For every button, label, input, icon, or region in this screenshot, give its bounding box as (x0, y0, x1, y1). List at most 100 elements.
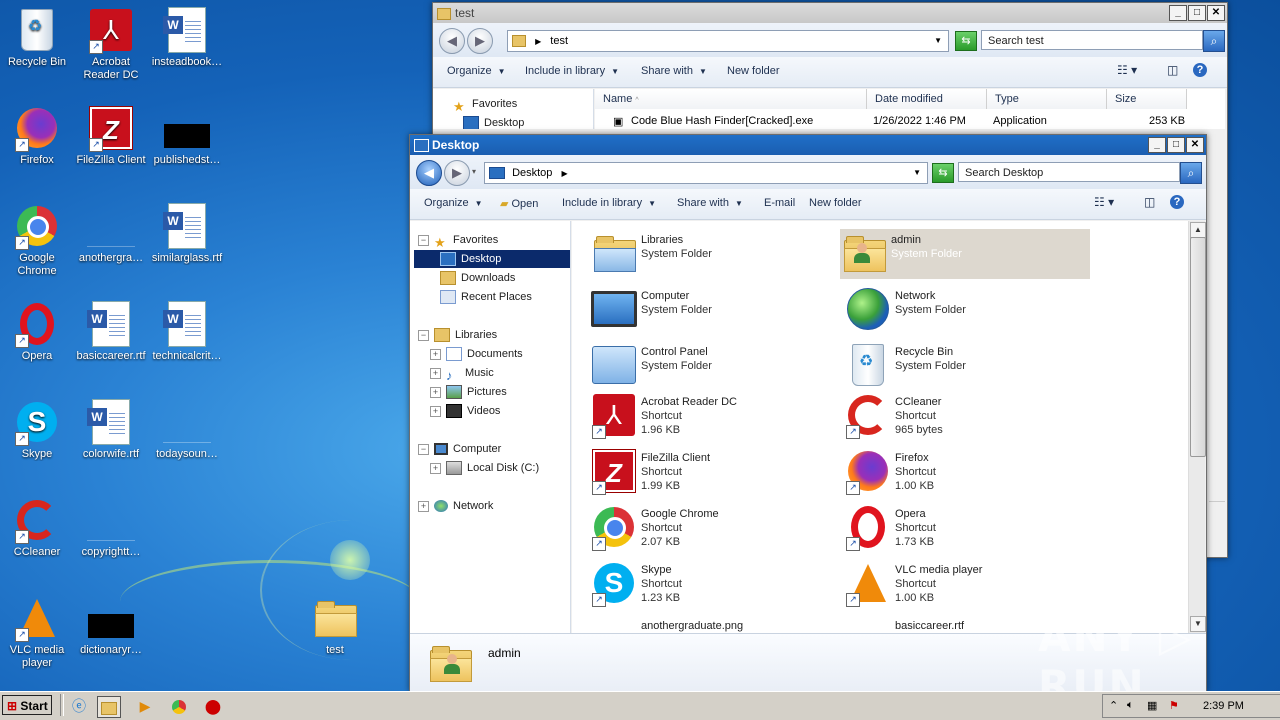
forward-button[interactable]: ▶ (467, 28, 493, 54)
desktop-icon-basiccareer[interactable]: W basiccareer.rtf (74, 300, 148, 363)
back-button[interactable]: ◀ (439, 28, 465, 54)
maximize-button[interactable]: □ (1167, 137, 1185, 153)
window-titlebar[interactable]: Desktop _ □ ✕ (410, 135, 1206, 155)
desktop-icon-copyrightt[interactable]: copyrightt… (74, 496, 148, 559)
desktop-icon-dictionaryr[interactable]: dictionaryr… (74, 594, 148, 657)
nav-music[interactable]: + ♪ Music (430, 364, 494, 383)
search-input[interactable]: Search Desktop (958, 162, 1180, 182)
clock[interactable]: 2:39 PM (1203, 700, 1244, 712)
nav-videos[interactable]: + Videos (430, 402, 500, 420)
expand-icon[interactable]: + (418, 500, 429, 512)
start-button[interactable]: ⊞ Start (2, 695, 52, 715)
action-center-icon[interactable]: ⚑ (1169, 699, 1179, 712)
search-icon[interactable]: ⌕ (1203, 30, 1225, 52)
explorer-taskbar-icon[interactable] (97, 696, 121, 718)
nav-favorites[interactable]: − ★ Favorites (418, 231, 498, 250)
item-control-panel[interactable]: Control Panel System Folder (590, 341, 830, 391)
include-in-library-menu[interactable]: Include in library ▼ (562, 197, 656, 209)
column-date-modified[interactable]: Date modified (867, 89, 987, 109)
organize-menu[interactable]: Organize ▼ (424, 197, 483, 209)
share-with-menu[interactable]: Share with ▼ (677, 197, 743, 209)
nav-network[interactable]: + Network (418, 497, 493, 515)
close-button[interactable]: ✕ (1186, 137, 1204, 153)
desktop-icon-skype[interactable]: S ↗ Skype (0, 398, 74, 461)
vertical-scrollbar[interactable]: ▲ ▼ (1188, 221, 1206, 633)
column-type[interactable]: Type (987, 89, 1107, 109)
desktop-icon-publishedst[interactable]: publishedst… (150, 104, 224, 167)
scroll-thumb[interactable] (1190, 237, 1206, 457)
column-name[interactable]: Name ^ (595, 89, 867, 109)
opera-taskbar-icon[interactable]: ⬤ (202, 696, 224, 716)
expand-icon[interactable]: + (430, 367, 441, 379)
nav-computer[interactable]: − Computer (418, 440, 501, 458)
item-chrome[interactable]: ↗ Google Chrome Shortcut 2.07 KB (590, 503, 830, 553)
nav-documents[interactable]: + Documents (430, 345, 523, 363)
desktop-icon-colorwife[interactable]: W colorwife.rtf (74, 398, 148, 461)
table-row[interactable]: ▣ Code Blue Hash Finder[Cracked].exe 1/2… (595, 115, 1225, 129)
maximize-button[interactable]: □ (1188, 5, 1206, 21)
chevron-down-icon[interactable]: ▼ (913, 163, 921, 183)
nav-local-disk[interactable]: + Local Disk (C:) (430, 459, 539, 477)
new-folder-button[interactable]: New folder (727, 65, 780, 77)
desktop-icon-firefox[interactable]: ↗ Firefox (0, 104, 74, 167)
desktop-icon-technicalcrit[interactable]: W technicalcrit… (150, 300, 224, 363)
expand-icon[interactable]: + (430, 348, 441, 360)
collapse-icon[interactable]: − (418, 443, 429, 455)
nav-pictures[interactable]: + Pictures (430, 383, 507, 401)
volume-icon[interactable]: 🔈︎ (1127, 699, 1134, 712)
desktop-icon-insteadbook[interactable]: W insteadbook… (150, 6, 224, 69)
forward-button[interactable]: ▶ (444, 160, 470, 186)
minimize-button[interactable]: _ (1148, 137, 1166, 153)
desktop-icon-test[interactable]: test (298, 594, 372, 657)
item-firefox[interactable]: ↗ Firefox Shortcut 1.00 KB (844, 447, 1084, 497)
expand-icon[interactable]: + (430, 405, 441, 417)
explorer-window-desktop[interactable]: Desktop _ □ ✕ ◀ ▶ ▾ Desktop ▶ ▼ ⇆ Search… (409, 134, 1207, 692)
open-button[interactable]: ▰ Open (500, 197, 538, 210)
column-size[interactable]: Size (1107, 89, 1187, 109)
desktop-icon-anothergra[interactable]: anothergra… (74, 202, 148, 265)
refresh-button[interactable]: ⇆ (932, 163, 954, 183)
minimize-button[interactable]: _ (1169, 5, 1187, 21)
nav-favorites[interactable]: ★ Favorites (453, 95, 517, 114)
preview-pane-icon[interactable]: ◫ (1144, 195, 1155, 209)
recent-pages-icon[interactable]: ▾ (472, 167, 476, 176)
nav-desktop[interactable]: Desktop (414, 250, 570, 268)
breadcrumb-arrow-icon[interactable]: ▶ (561, 169, 567, 178)
nav-libraries[interactable]: − Libraries (418, 326, 497, 344)
new-folder-button[interactable]: New folder (809, 197, 862, 209)
expand-icon[interactable]: + (430, 386, 441, 398)
back-button[interactable]: ◀ (416, 160, 442, 186)
scroll-up-button[interactable]: ▲ (1190, 222, 1206, 238)
item-network[interactable]: Network System Folder (844, 285, 1084, 335)
view-options-icon[interactable]: ☷ ▾ (1094, 195, 1114, 209)
help-icon[interactable]: ? (1170, 195, 1184, 209)
desktop-icon-filezilla[interactable]: Z ↗ FileZilla Client (74, 104, 148, 167)
search-input[interactable]: Search test (981, 30, 1203, 50)
item-opera[interactable]: ↗ Opera Shortcut 1.73 KB (844, 503, 1084, 553)
help-icon[interactable]: ? (1193, 63, 1207, 77)
desktop-icon-similarglass[interactable]: W similarglass.rtf (150, 202, 224, 265)
collapse-icon[interactable]: − (418, 329, 429, 341)
share-with-menu[interactable]: Share with ▼ (641, 65, 707, 77)
nav-desktop[interactable]: Desktop (463, 114, 524, 129)
search-icon[interactable]: ⌕ (1180, 162, 1202, 184)
preview-pane-icon[interactable]: ◫ (1167, 63, 1178, 77)
item-skype[interactable]: S ↗ Skype Shortcut 1.23 KB (590, 559, 830, 609)
show-hidden-icons-button[interactable]: ⌃ (1109, 699, 1118, 712)
refresh-button[interactable]: ⇆ (955, 31, 977, 51)
item-recycle-bin[interactable]: Recycle Bin System Folder (844, 341, 1084, 391)
item-admin[interactable]: admin System Folder (840, 229, 1090, 279)
include-in-library-menu[interactable]: Include in library ▼ (525, 65, 619, 77)
desktop-icon-chrome[interactable]: ↗ Google Chrome (0, 202, 74, 278)
internet-explorer-icon[interactable]: ⓔ (68, 696, 90, 716)
desktop-icon-vlc[interactable]: ↗ VLC media player (0, 594, 74, 670)
nav-recent-places[interactable]: Recent Places (440, 288, 532, 306)
item-libraries[interactable]: Libraries System Folder (590, 229, 830, 279)
desktop-icon-ccleaner[interactable]: ↗ CCleaner (0, 496, 74, 559)
expand-icon[interactable]: + (430, 462, 441, 474)
address-box[interactable]: Desktop ▶ ▼ (484, 162, 928, 184)
window-titlebar[interactable]: test _ □ ✕ (433, 3, 1227, 23)
item-computer[interactable]: Computer System Folder (590, 285, 830, 335)
item-acrobat[interactable]: ⅄ ↗ Acrobat Reader DC Shortcut 1.96 KB (590, 391, 830, 441)
network-tray-icon[interactable]: ▦ (1147, 699, 1157, 712)
